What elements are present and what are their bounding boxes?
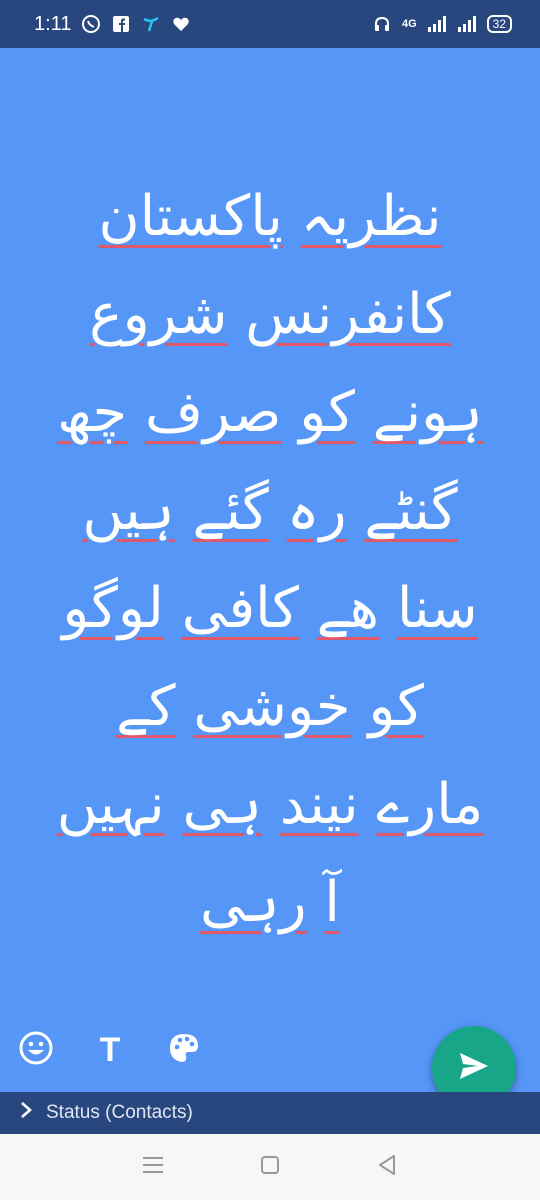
status-bar-right: 4G 32 xyxy=(372,14,512,34)
audience-label: Status (Contacts) xyxy=(46,1102,193,1123)
status-word: چھ xyxy=(57,380,128,445)
status-word: خوشی xyxy=(193,674,351,739)
emoji-button[interactable] xyxy=(18,1031,54,1069)
clock: 1:11 xyxy=(34,12,72,35)
status-word: ہیں xyxy=(82,478,175,543)
status-word: ہی xyxy=(182,772,262,837)
status-word: آ xyxy=(324,870,340,935)
status-word: نیند xyxy=(279,772,359,837)
battery-indicator: 32 xyxy=(486,15,512,33)
whatsapp-icon xyxy=(81,14,101,34)
status-word: کانفرنس xyxy=(245,282,451,347)
network-type: 4G xyxy=(401,18,417,30)
signal-icon xyxy=(427,14,447,34)
status-word: گنٹے xyxy=(364,478,458,543)
status-word: کافی xyxy=(181,576,299,641)
status-word: کو xyxy=(299,380,355,445)
recent-apps-button[interactable] xyxy=(139,1153,167,1181)
status-word: نہیں xyxy=(56,772,165,837)
system-navigation-bar xyxy=(0,1134,540,1200)
status-text-line: نظریہ پاکستان xyxy=(20,168,520,266)
status-word: ھے xyxy=(316,576,380,641)
back-icon xyxy=(377,1154,397,1180)
chevron-right-icon xyxy=(20,1101,32,1125)
status-word: مارے xyxy=(376,772,484,837)
status-bar: 1:11 4G 32 xyxy=(0,0,540,48)
text-style-button[interactable]: T xyxy=(92,1031,128,1069)
status-canvas[interactable]: نظریہ پاکستان کانفرنس شروع ہونے کو صرف چھ گ… xyxy=(0,48,540,1092)
home-icon xyxy=(260,1155,280,1179)
status-word: لوگو xyxy=(62,576,164,641)
status-word: کو xyxy=(368,674,424,739)
emoji-icon xyxy=(19,1031,53,1069)
status-text-line: کو خوشی کے xyxy=(20,658,520,756)
palette-icon xyxy=(168,1032,200,1068)
status-word: کے xyxy=(116,674,176,739)
status-text-line: ہونے کو صرف چھ xyxy=(20,364,520,462)
composer-tools: T xyxy=(18,1031,202,1069)
send-icon xyxy=(458,1051,490,1085)
status-word: نظریہ xyxy=(300,184,442,249)
status-word: صرف xyxy=(144,380,282,445)
status-audience-bar[interactable]: Status (Contacts) xyxy=(0,1092,540,1134)
color-button[interactable] xyxy=(166,1032,202,1068)
heart-icon xyxy=(171,14,191,34)
status-word: سنا xyxy=(396,576,478,641)
status-word: ہونے xyxy=(372,380,483,445)
facebook-icon xyxy=(111,14,131,34)
menu-icon xyxy=(142,1156,164,1178)
headset-icon xyxy=(372,14,392,34)
status-word: رہی xyxy=(200,870,307,935)
status-text-line: کانفرنس شروع xyxy=(20,266,520,364)
status-text-line: گنٹے رہ گئے ہیں xyxy=(20,462,520,560)
status-text-line: سنا ھے کافی لوگو xyxy=(20,560,520,658)
carrier-icon xyxy=(141,14,161,34)
status-text[interactable]: نظریہ پاکستان کانفرنس شروع ہونے کو صرف چھ گ… xyxy=(20,168,520,952)
back-button[interactable] xyxy=(373,1153,401,1181)
status-word: شروع xyxy=(89,282,228,347)
signal-icon-2 xyxy=(457,14,477,34)
home-button[interactable] xyxy=(256,1153,284,1181)
status-word: پاکستان xyxy=(98,184,283,249)
status-text-line: آ رہی xyxy=(20,854,520,952)
status-word: رہ xyxy=(286,478,347,543)
status-word: گئے xyxy=(192,478,269,543)
status-bar-left: 1:11 xyxy=(34,13,191,36)
status-text-line: مارے نیند ہی نہیں xyxy=(20,756,520,854)
